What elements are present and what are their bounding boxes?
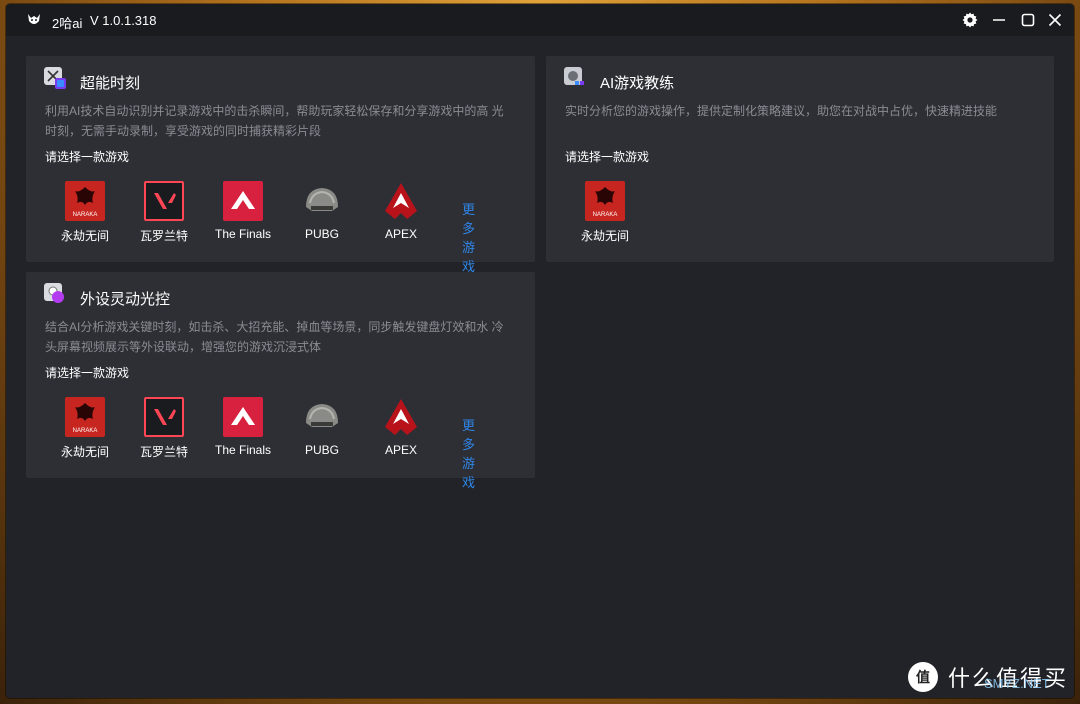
app-version: V 1.0.1.318	[90, 13, 157, 28]
naraka-logo-icon: NARAKA	[65, 181, 105, 221]
naraka-logo-text: NARAKA	[73, 428, 98, 434]
game-name: APEX	[384, 227, 417, 241]
the-finals-logo-icon	[223, 397, 263, 437]
pubg-helmet-icon	[302, 181, 342, 221]
description-line: 时刻，无需手动录制，享受游戏的同时捕获精彩片段	[45, 124, 322, 138]
game-name: 瓦罗兰特	[139, 445, 188, 459]
pubg-helmet-icon	[302, 397, 342, 437]
game-name: APEX	[384, 443, 417, 457]
game-name: 永劫无间	[60, 445, 109, 459]
description-line: 实时分析您的游戏操作，提供定制化策略建议，助您在对战中占优，快速精进技能	[565, 104, 998, 118]
game-name: 永劫无间	[580, 229, 629, 243]
maximize-icon	[1021, 13, 1035, 27]
game-naraka[interactable]: NARAKA 永劫无间	[565, 181, 645, 245]
watermark-logo-icon: 值	[908, 662, 938, 692]
game-naraka[interactable]: NARAKA 永劫无间	[45, 397, 125, 461]
the-finals-logo-icon	[223, 181, 263, 221]
lighting-control-icon	[44, 283, 64, 303]
game-name: PUBG	[304, 227, 339, 241]
description-line: 利用AI技术自动识别并记录游戏中的击杀瞬间，帮助玩家轻松保存和分享游戏中的高 光	[45, 104, 504, 118]
game-name: PUBG	[304, 443, 339, 457]
maximize-button[interactable]	[1018, 10, 1038, 30]
more-games-link[interactable]: 更多游戏	[462, 199, 475, 275]
app-name: 2哈ai	[52, 16, 83, 31]
game-pubg[interactable]: PUBG	[282, 397, 362, 461]
svg-text:值: 值	[916, 669, 930, 686]
peripheral-lighting-card: 外设灵动光控 结合AI分析游戏关键时刻，如击杀、大招充能、掉血等场景，同步触发键…	[26, 272, 535, 490]
naraka-logo-icon: NARAKA	[65, 397, 105, 437]
select-game-prompt: 请选择一款游戏	[565, 150, 650, 164]
naraka-logo-text: NARAKA	[593, 212, 618, 218]
game-the-finals[interactable]: The Finals	[203, 181, 283, 245]
valorant-logo-icon	[144, 397, 184, 437]
card-title: 超能时刻	[80, 75, 141, 92]
highlight-card: 超能时刻 利用AI技术自动识别并记录游戏中的击杀瞬间，帮助玩家轻松保存和分享游戏…	[26, 56, 535, 274]
apex-logo-icon	[381, 181, 421, 221]
apex-logo-icon	[381, 397, 421, 437]
title-bar[interactable]: 2哈ai V 1.0.1.318	[6, 4, 1074, 36]
game-name: 永劫无间	[60, 229, 109, 243]
highlight-moment-icon	[44, 67, 66, 89]
close-button[interactable]	[1045, 10, 1065, 30]
game-apex[interactable]: APEX	[361, 181, 441, 245]
card-description: 结合AI分析游戏关键时刻，如击杀、大招充能、掉血等场景，同步触发键盘灯效和水 冷…	[45, 317, 504, 357]
game-apex[interactable]: APEX	[361, 397, 441, 461]
naraka-logo-icon: NARAKA	[585, 181, 625, 221]
valorant-logo-icon	[144, 181, 184, 221]
game-name: The Finals	[214, 443, 272, 457]
more-games-link[interactable]: 更多游戏	[462, 415, 475, 491]
card-title: 外设灵动光控	[80, 291, 171, 308]
description-line: 头屏幕视频展示等外设联动，增强您的游戏沉浸式体	[45, 340, 322, 354]
card-title: AI游戏教练	[600, 75, 675, 92]
select-game-prompt: 请选择一款游戏	[45, 366, 130, 380]
app-window: 2哈ai V 1.0.1.318 超能时刻 利用AI技术自动识别并记录游戏中的击…	[6, 4, 1074, 698]
minimize-button[interactable]	[989, 10, 1009, 30]
husky-logo-icon	[28, 14, 40, 24]
settings-button[interactable]	[960, 10, 980, 30]
description-line: 结合AI分析游戏关键时刻，如击杀、大招充能、掉血等场景，同步触发键盘灯效和水 冷	[45, 320, 504, 334]
game-valorant[interactable]: 瓦罗兰特	[124, 181, 204, 245]
watermark-sub: SMYZ.NET	[984, 676, 1050, 691]
close-icon	[1048, 13, 1062, 27]
game-valorant[interactable]: 瓦罗兰特	[124, 397, 204, 461]
gear-icon	[962, 12, 978, 28]
game-pubg[interactable]: PUBG	[282, 181, 362, 245]
naraka-logo-text: NARAKA	[73, 212, 98, 218]
game-name: The Finals	[214, 227, 272, 241]
ai-coach-card: AI游戏教练 实时分析您的游戏操作，提供定制化策略建议，助您在对战中占优，快速精…	[546, 56, 1054, 262]
card-description: 利用AI技术自动识别并记录游戏中的击杀瞬间，帮助玩家轻松保存和分享游戏中的高 光…	[45, 101, 504, 141]
minimize-icon	[993, 19, 1005, 21]
game-naraka[interactable]: NARAKA 永劫无间	[45, 181, 125, 245]
game-the-finals[interactable]: The Finals	[203, 397, 283, 461]
game-name: 瓦罗兰特	[139, 229, 188, 243]
card-description: 实时分析您的游戏操作，提供定制化策略建议，助您在对战中占优，快速精进技能	[565, 101, 997, 121]
ai-coach-icon	[564, 67, 584, 85]
select-game-prompt: 请选择一款游戏	[45, 150, 130, 164]
